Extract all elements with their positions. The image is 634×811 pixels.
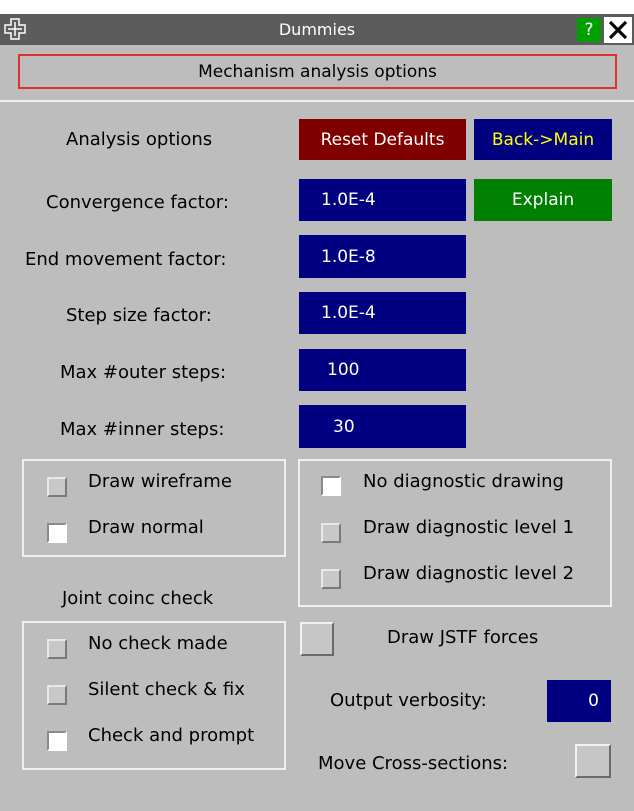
silent-check-fix-label: Silent check & fix [88,679,245,700]
back-main-button[interactable]: Back->Main [474,119,612,160]
move-cross-sections-label: Move Cross-sections: [318,753,509,774]
no-diagnostic-checkbox[interactable] [321,476,341,496]
draw-jstf-toggle[interactable] [300,622,334,656]
max-inner-steps-field[interactable]: 30 [299,405,466,448]
output-verbosity-field[interactable]: 0 [547,680,611,722]
title-bar[interactable]: Dummies ? [0,14,634,45]
divider [0,100,634,102]
diagnostic-group: No diagnostic drawing Draw diagnostic le… [298,459,612,607]
draw-wireframe-checkbox[interactable] [47,477,67,497]
diagnostic-level-2-checkbox[interactable] [321,569,341,589]
analysis-options-label: Analysis options [66,129,213,150]
joint-check-group: No check made Silent check & fix Check a… [22,621,286,770]
close-button[interactable] [604,17,632,43]
max-outer-steps-label: Max #outer steps: [60,362,227,383]
no-check-made-label: No check made [88,633,228,654]
no-check-made-checkbox[interactable] [47,639,67,659]
check-and-prompt-label: Check and prompt [88,725,255,746]
diagnostic-level-2-label: Draw diagnostic level 2 [363,563,575,584]
draw-wireframe-label: Draw wireframe [88,471,232,492]
move-cross-sections-toggle[interactable] [575,744,611,778]
check-and-prompt-checkbox[interactable] [47,731,67,751]
draw-normal-label: Draw normal [88,517,204,538]
joint-coinc-check-label: Joint coinc check [62,588,214,609]
step-size-factor-label: Step size factor: [66,305,212,326]
convergence-factor-field[interactable]: 1.0E-4 [299,179,466,221]
close-icon [608,20,628,40]
draw-jstf-label: Draw JSTF forces [387,627,539,648]
explain-button[interactable]: Explain [474,179,612,221]
section-heading: Mechanism analysis options [18,54,617,89]
step-size-factor-field[interactable]: 1.0E-4 [299,292,466,334]
options-panel: Mechanism analysis options Analysis opti… [0,45,634,811]
draw-mode-group: Draw wireframe Draw normal [22,459,286,557]
draw-normal-checkbox[interactable] [47,523,67,543]
no-diagnostic-label: No diagnostic drawing [363,471,564,492]
help-button[interactable]: ? [577,18,601,42]
output-verbosity-label: Output verbosity: [330,690,487,711]
diagnostic-level-1-label: Draw diagnostic level 1 [363,517,575,538]
window-title: Dummies [278,20,356,39]
convergence-factor-label: Convergence factor: [46,192,229,213]
end-movement-factor-label: End movement factor: [25,249,227,270]
silent-check-fix-checkbox[interactable] [47,685,67,705]
reset-defaults-button[interactable]: Reset Defaults [299,119,466,160]
section-heading-text: Mechanism analysis options [198,61,437,82]
end-movement-factor-field[interactable]: 1.0E-8 [299,235,466,278]
help-icon: ? [584,20,594,40]
max-outer-steps-field[interactable]: 100 [299,349,466,391]
max-inner-steps-label: Max #inner steps: [60,419,225,440]
diagnostic-level-1-checkbox[interactable] [321,523,341,543]
dummies-window: Dummies ? Mechanism analysis options Ana… [0,0,634,811]
